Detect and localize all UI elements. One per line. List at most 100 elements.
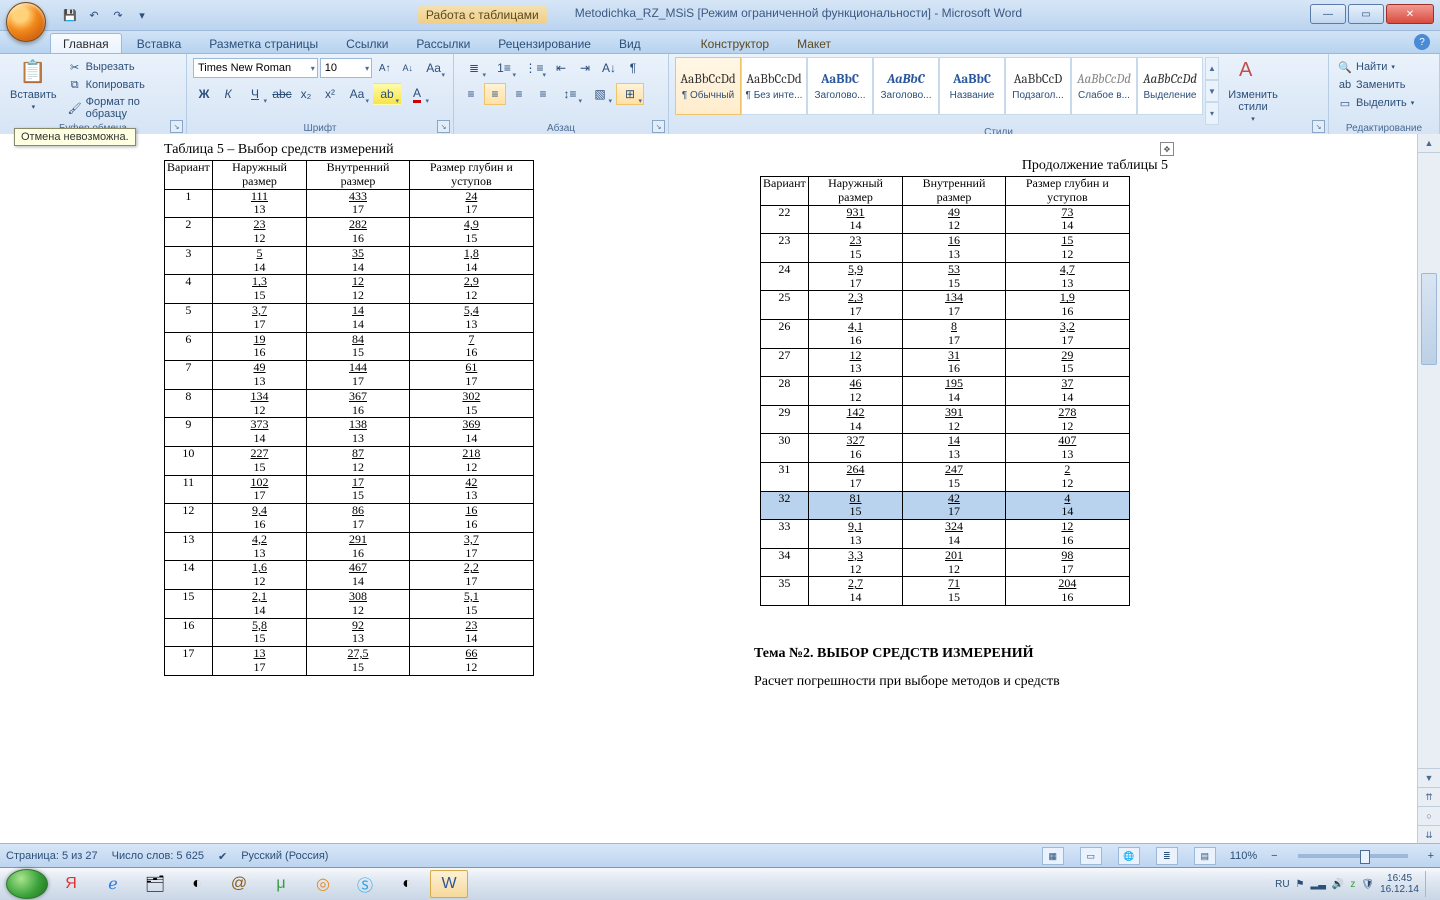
style-item[interactable]: AaBbCЗаголово... xyxy=(873,57,939,115)
table-row[interactable]: 27121331162915 xyxy=(761,348,1130,377)
table-row[interactable]: 229311449127314 xyxy=(761,205,1130,234)
table-row[interactable]: 312641724715212 xyxy=(761,462,1130,491)
tab-references[interactable]: Ссылки xyxy=(333,33,401,53)
table-row[interactable]: 3281154217414 xyxy=(761,491,1130,520)
table-row[interactable]: 134,213291163,717 xyxy=(165,532,534,561)
status-language[interactable]: Русский (Россия) xyxy=(241,850,328,862)
table-row[interactable]: 111021717154213 xyxy=(165,475,534,504)
change-styles-button[interactable]: A Изменить стили▾ xyxy=(1221,57,1285,125)
taskbar-chrome2-icon[interactable]: ◐ xyxy=(388,870,426,898)
numbering-icon[interactable]: 1≡ xyxy=(490,57,518,79)
table-row[interactable]: 29142143911227812 xyxy=(761,405,1130,434)
table-row[interactable]: 152,114308125,115 xyxy=(165,589,534,618)
gallery-more-icon[interactable]: ▾ xyxy=(1205,102,1219,125)
table-row[interactable]: 3032716141340713 xyxy=(761,434,1130,463)
table-row[interactable]: 8134123671630215 xyxy=(165,389,534,418)
table-row[interactable]: 9373141381336914 xyxy=(165,418,534,447)
tray-volume-icon[interactable]: 🔊 xyxy=(1332,879,1344,890)
tab-view[interactable]: Вид xyxy=(606,33,654,53)
underline-icon[interactable]: Ч xyxy=(241,83,269,105)
table-row[interactable]: 22312282164,915 xyxy=(165,218,534,247)
scroll-up-icon[interactable]: ▲ xyxy=(1418,134,1440,153)
tab-table-design[interactable]: Конструктор xyxy=(688,33,782,53)
zoom-percent[interactable]: 110% xyxy=(1230,850,1257,862)
shrink-font-icon[interactable]: A↓ xyxy=(397,57,418,79)
table-row[interactable]: 252,317134171,916 xyxy=(761,291,1130,320)
save-icon[interactable]: 💾 xyxy=(60,5,80,25)
table-row[interactable]: 245,91753154,713 xyxy=(761,262,1130,291)
subscript-icon[interactable]: x₂ xyxy=(295,83,317,105)
zoom-in-icon[interactable]: + xyxy=(1428,850,1434,862)
style-item[interactable]: AaBbCНазвание xyxy=(939,57,1005,115)
align-center-icon[interactable]: ≡ xyxy=(484,83,506,105)
style-item[interactable]: AaBbCcDd¶ Без инте... xyxy=(741,57,807,115)
style-item[interactable]: AaBbCЗаголово... xyxy=(807,57,873,115)
strike-icon[interactable]: abc xyxy=(271,83,293,105)
next-page-icon[interactable]: ⇊ xyxy=(1418,825,1440,844)
view-print-layout-icon[interactable]: ▦ xyxy=(1042,847,1064,865)
table-row[interactable]: 41,31512122,912 xyxy=(165,275,534,304)
style-item[interactable]: AaBbCcDdВыделение xyxy=(1137,57,1203,115)
tray-clock[interactable]: 16:45 16.12.14 xyxy=(1380,873,1419,895)
select-button[interactable]: ▭Выделить ▾ xyxy=(1335,95,1433,111)
browse-object-icon[interactable]: ○ xyxy=(1418,806,1440,825)
table-move-handle-icon[interactable]: ✥ xyxy=(1160,142,1174,156)
help-icon[interactable]: ? xyxy=(1414,34,1430,50)
change-case-icon[interactable]: Aa xyxy=(343,83,371,105)
font-name-combo[interactable]: Times New Roman xyxy=(193,58,318,78)
styles-launcher[interactable]: ↘ xyxy=(1312,120,1325,133)
table-left[interactable]: ВариантНаружный размерВнутренний размерР… xyxy=(164,160,534,676)
table-row[interactable]: 74913144176117 xyxy=(165,361,534,390)
gallery-down-icon[interactable]: ▼ xyxy=(1205,80,1219,103)
style-item[interactable]: AaBbCcDd¶ Обычный xyxy=(675,57,741,115)
zoom-out-icon[interactable]: − xyxy=(1271,850,1277,862)
grow-font-icon[interactable]: A↑ xyxy=(374,57,395,79)
multilevel-icon[interactable]: ⋮≡ xyxy=(520,57,548,79)
tray-network-icon[interactable]: ▂▃ xyxy=(1311,879,1326,890)
tab-table-layout[interactable]: Макет xyxy=(784,33,844,53)
view-outline-icon[interactable]: ≣ xyxy=(1156,847,1178,865)
gallery-up-icon[interactable]: ▲ xyxy=(1205,57,1219,80)
minimize-button[interactable]: — xyxy=(1310,4,1346,24)
style-scroll[interactable]: ▲ ▼ ▾ xyxy=(1205,57,1219,125)
bold-icon[interactable]: Ж xyxy=(193,83,215,105)
align-left-icon[interactable]: ≡ xyxy=(460,83,482,105)
tray-z-icon[interactable]: z xyxy=(1350,879,1355,890)
style-item[interactable]: AaBbCcDПодзагол... xyxy=(1005,57,1071,115)
table-right[interactable]: ВариантНаружный размерВнутренний размерР… xyxy=(760,176,1130,606)
scroll-track[interactable] xyxy=(1418,153,1440,768)
tab-review[interactable]: Рецензирование xyxy=(485,33,604,53)
style-gallery[interactable]: AaBbCcDd¶ ОбычныйAaBbCcDd¶ Без инте...Aa… xyxy=(675,57,1203,125)
highlight-icon[interactable]: ab xyxy=(373,83,401,105)
tab-home[interactable]: Главная xyxy=(50,33,122,53)
status-words[interactable]: Число слов: 5 625 xyxy=(112,850,204,862)
taskbar-utorrent-icon[interactable]: μ xyxy=(262,870,300,898)
table-row[interactable]: 129,41686171616 xyxy=(165,504,534,533)
tab-mailings[interactable]: Рассылки xyxy=(403,33,483,53)
clipboard-launcher[interactable]: ↘ xyxy=(170,120,183,133)
cut-button[interactable]: ✂Вырезать xyxy=(65,59,180,75)
table-row[interactable]: 339,113324141216 xyxy=(761,520,1130,549)
table-row[interactable]: 352,714711520416 xyxy=(761,577,1130,606)
scroll-thumb[interactable] xyxy=(1421,273,1437,365)
replace-button[interactable]: abЗаменить xyxy=(1335,77,1433,93)
line-spacing-icon[interactable]: ↕≡ xyxy=(556,83,584,105)
format-painter-button[interactable]: 🖌Формат по образцу xyxy=(65,95,180,121)
tray-flag-icon[interactable]: ⚑ xyxy=(1296,879,1305,890)
status-spellcheck-icon[interactable]: ✔ xyxy=(218,850,227,863)
find-button[interactable]: 🔍Найти ▾ xyxy=(1335,59,1433,75)
document-area[interactable]: Таблица 5 – Выбор средств измерений Вари… xyxy=(0,134,1418,844)
font-color-icon[interactable]: A xyxy=(403,83,431,105)
tray-lang[interactable]: RU xyxy=(1275,879,1289,890)
tab-insert[interactable]: Вставка xyxy=(124,33,195,53)
table-row[interactable]: 17131727,5156612 xyxy=(165,647,534,676)
table-row[interactable]: 141,612467142,217 xyxy=(165,561,534,590)
view-fullscreen-icon[interactable]: ▭ xyxy=(1080,847,1102,865)
table-row[interactable]: 264,1168173,217 xyxy=(761,319,1130,348)
clear-formatting-icon[interactable]: Aa xyxy=(420,57,447,79)
tray-shield-icon[interactable]: 🛡 xyxy=(1361,879,1374,890)
zoom-knob[interactable] xyxy=(1360,850,1370,864)
italic-icon[interactable]: К xyxy=(217,83,239,105)
table-row[interactable]: 111113433172417 xyxy=(165,189,534,218)
redo-icon[interactable]: ↷ xyxy=(108,5,128,25)
